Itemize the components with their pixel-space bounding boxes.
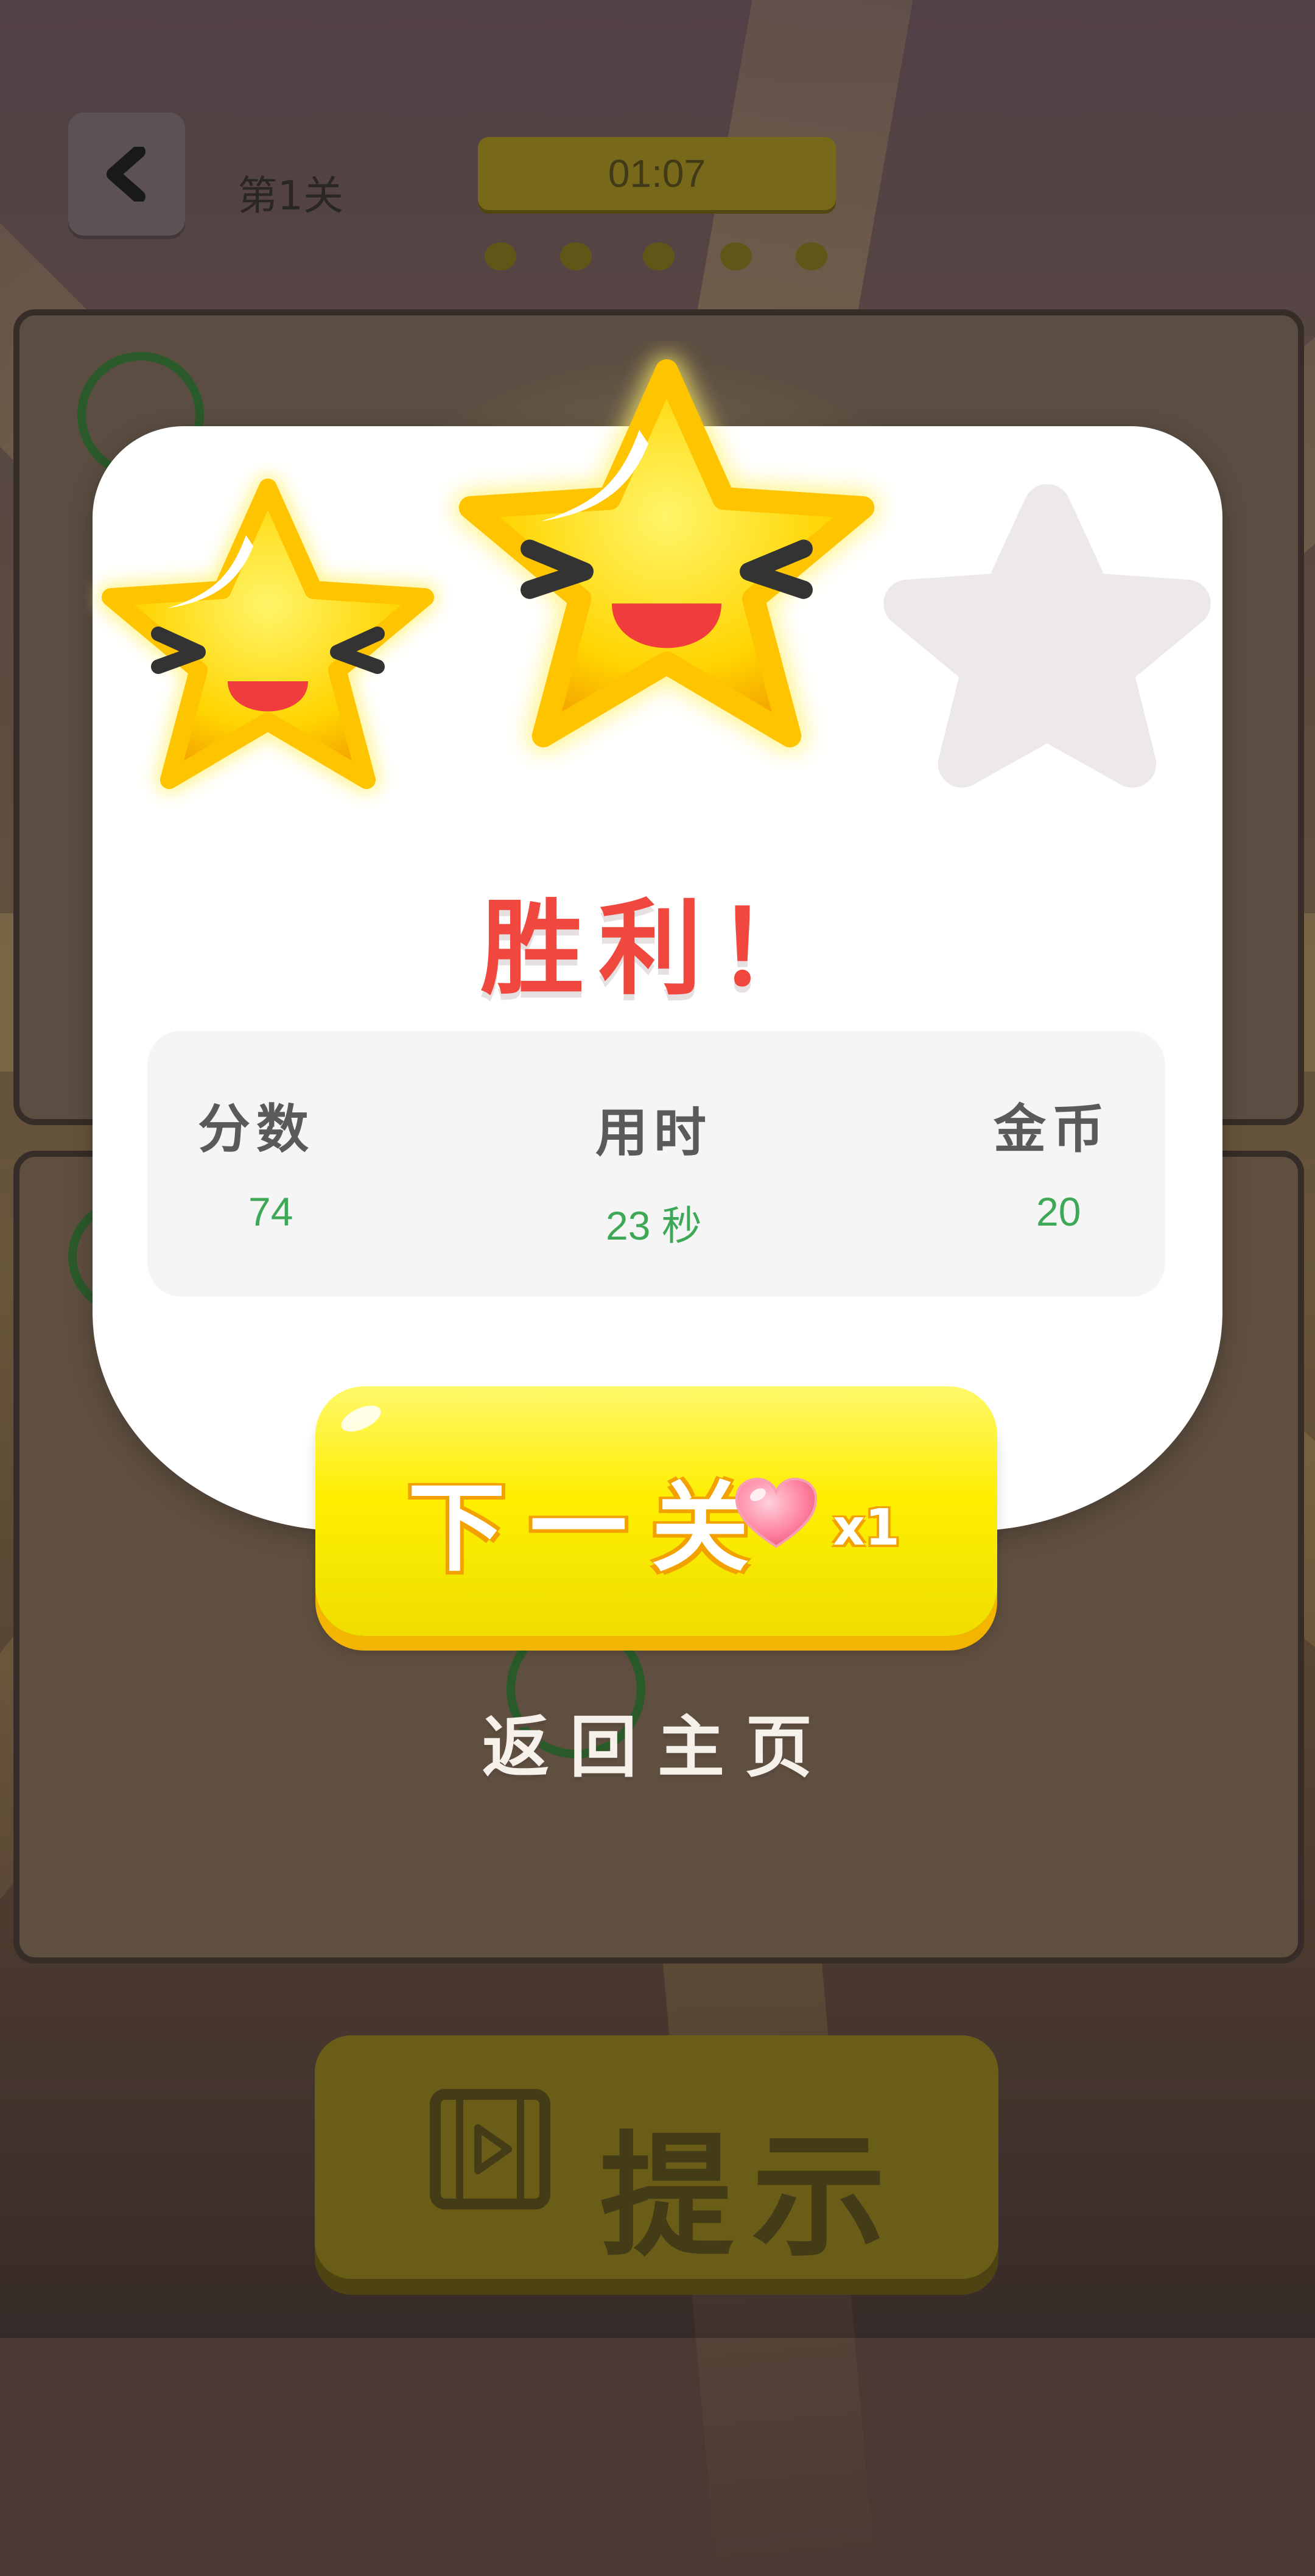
coins-value: 20	[1036, 1189, 1081, 1234]
star-icon-earned	[454, 354, 879, 752]
coins-label: 金币	[994, 1099, 1110, 1160]
time-label: 用时	[595, 1103, 712, 1163]
star-icon-earned	[98, 475, 438, 793]
score-value: 74	[248, 1189, 293, 1234]
return-home-link[interactable]: 返回主页	[0, 1693, 1315, 1790]
victory-title: 胜利！	[480, 889, 835, 1009]
heart-icon	[735, 1478, 818, 1548]
score-label: 分数	[198, 1099, 315, 1160]
next-level-label: 下一关	[408, 1471, 774, 1585]
heart-cost: x1	[833, 1499, 900, 1557]
time-value: 23 秒	[606, 1203, 702, 1248]
star-icon-empty	[883, 484, 1211, 788]
